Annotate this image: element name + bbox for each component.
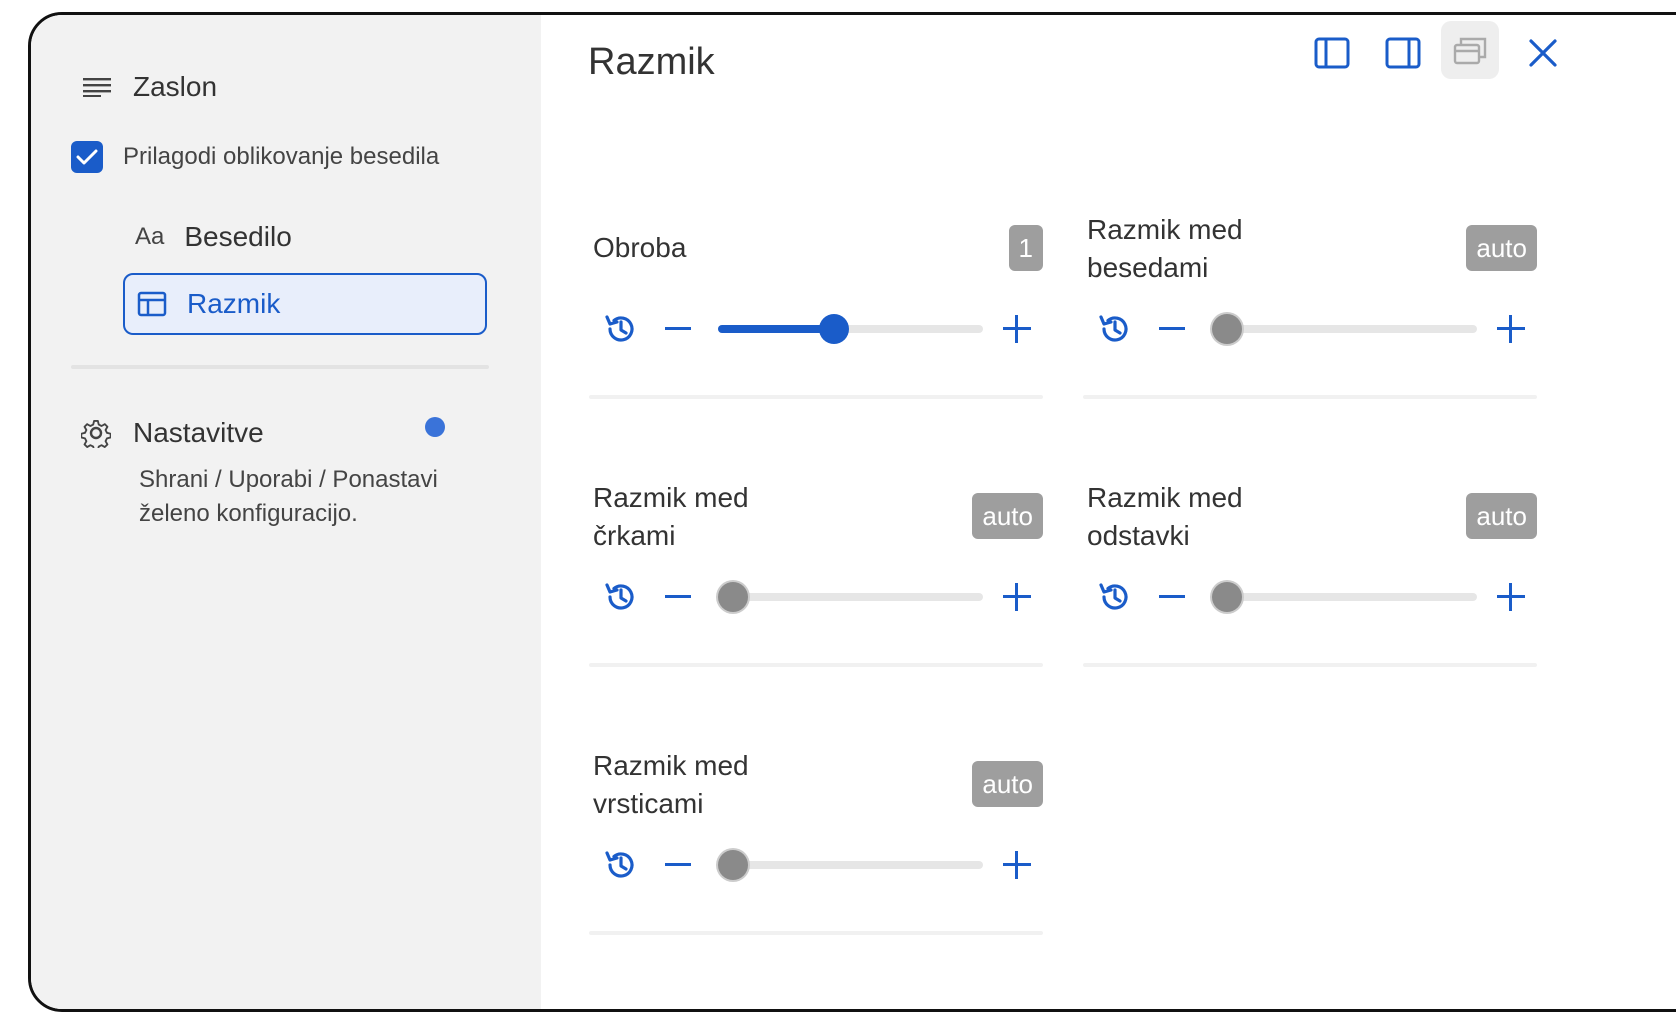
- reset-history-icon[interactable]: [603, 579, 639, 615]
- slider-track[interactable]: [718, 850, 983, 880]
- setting-controls: [1087, 577, 1537, 617]
- reset-history-icon[interactable]: [1097, 579, 1133, 615]
- sidebar: Zaslon Prilagodi oblikovanje besedila Aa…: [31, 15, 541, 1009]
- settings-label: Nastavitve: [133, 417, 264, 448]
- setting-divider: [589, 663, 1043, 667]
- gear-icon: [81, 419, 111, 448]
- setting-label-line: odstavki: [1087, 520, 1190, 551]
- increase-button[interactable]: [1003, 851, 1031, 879]
- reset-history-icon[interactable]: [603, 311, 639, 347]
- setting-value-badge: auto: [972, 493, 1043, 539]
- spacing-setting: Obroba 1: [589, 211, 1043, 411]
- setting-controls: [593, 309, 1043, 349]
- setting-label-line: Razmik med: [1087, 482, 1243, 513]
- setting-divider: [1083, 395, 1537, 399]
- slider-track[interactable]: [718, 314, 983, 344]
- setting-value-badge: auto: [1466, 225, 1537, 271]
- nav-item-besedilo[interactable]: Aa Besedilo: [135, 221, 292, 253]
- decrease-button[interactable]: [665, 327, 691, 330]
- setting-label-line: Razmik med: [593, 750, 749, 781]
- setting-label: Razmik med besedami: [1087, 211, 1387, 287]
- spacing-setting: Razmik med vrsticami auto: [589, 747, 1043, 947]
- nav-item-label: Razmik: [187, 288, 281, 319]
- setting-value-badge: 1: [1008, 225, 1043, 271]
- customize-checkbox[interactable]: [71, 141, 103, 173]
- setting-label: Razmik med odstavki: [1087, 479, 1387, 555]
- sidebar-right-icon: [1385, 37, 1421, 69]
- popout-button[interactable]: [1441, 21, 1499, 79]
- setting-label-line: Razmik med: [593, 482, 749, 513]
- page-title: Razmik: [588, 41, 715, 83]
- increase-button[interactable]: [1497, 583, 1525, 611]
- popout-icon: [1453, 37, 1487, 65]
- setting-label: Razmik med črkami: [593, 479, 893, 555]
- setting-label-line: Obroba: [593, 232, 687, 263]
- status-dot: [425, 417, 445, 437]
- text-size-icon: Aa: [135, 223, 165, 250]
- slider-thumb[interactable]: [718, 582, 748, 612]
- dock-right-button[interactable]: [1383, 33, 1423, 73]
- setting-label-line: Razmik med: [1087, 214, 1243, 245]
- display-label: Zaslon: [133, 71, 218, 102]
- slider-thumb[interactable]: [819, 314, 850, 344]
- sidebar-left-icon: [1314, 37, 1350, 69]
- spacing-setting: Razmik med črkami auto: [589, 479, 1043, 679]
- customize-checkbox-row[interactable]: Prilagodi oblikovanje besedila: [71, 141, 439, 173]
- decrease-button[interactable]: [1159, 595, 1185, 598]
- settings-description-line: želeno konfiguracijo.: [139, 500, 358, 527]
- settings-item[interactable]: Nastavitve: [81, 417, 264, 449]
- decrease-button[interactable]: [665, 863, 691, 866]
- increase-button[interactable]: [1497, 315, 1525, 343]
- sidebar-divider: [71, 365, 489, 369]
- setting-value-badge: auto: [1466, 493, 1537, 539]
- nav-item-razmik[interactable]: Razmik: [123, 273, 487, 335]
- settings-description: Shrani / Uporabi / Ponastavi želeno konf…: [139, 463, 438, 531]
- customize-checkbox-label: Prilagodi oblikovanje besedila: [123, 143, 440, 170]
- menu-lines-icon: [83, 78, 111, 97]
- setting-divider: [1083, 663, 1537, 667]
- setting-label: Razmik med vrsticami: [593, 747, 893, 823]
- setting-controls: [1087, 309, 1537, 349]
- layout-icon: [137, 291, 167, 317]
- nav-item-label: Besedilo: [184, 221, 292, 252]
- settings-description-line: Shrani / Uporabi / Ponastavi: [139, 466, 438, 493]
- close-icon: [1529, 39, 1557, 67]
- main-panel: Razmik Obroba 1 Razmik med besedami auto…: [541, 15, 1676, 1009]
- slider-fill: [718, 325, 835, 333]
- increase-button[interactable]: [1003, 315, 1031, 343]
- setting-label-line: vrsticami: [593, 788, 704, 819]
- slider-track[interactable]: [1212, 582, 1477, 612]
- increase-button[interactable]: [1003, 583, 1031, 611]
- setting-label-line: besedami: [1087, 252, 1209, 283]
- app-window: Zaslon Prilagodi oblikovanje besedila Aa…: [28, 12, 1676, 1012]
- slider-thumb[interactable]: [1212, 314, 1242, 344]
- slider-track[interactable]: [1212, 314, 1477, 344]
- setting-divider: [589, 931, 1043, 935]
- spacing-setting: Razmik med odstavki auto: [1083, 479, 1537, 679]
- display-header[interactable]: Zaslon: [83, 71, 217, 103]
- slider-thumb[interactable]: [1212, 582, 1242, 612]
- close-button[interactable]: [1523, 33, 1563, 73]
- setting-label: Obroba: [593, 229, 893, 267]
- setting-label-line: črkami: [593, 520, 676, 551]
- decrease-button[interactable]: [1159, 327, 1185, 330]
- reset-history-icon[interactable]: [1097, 311, 1133, 347]
- reset-history-icon[interactable]: [603, 847, 639, 883]
- setting-controls: [593, 845, 1043, 885]
- slider-thumb[interactable]: [718, 850, 748, 880]
- dock-left-button[interactable]: [1312, 33, 1352, 73]
- setting-divider: [589, 395, 1043, 399]
- setting-value-badge: auto: [972, 761, 1043, 807]
- check-icon: [76, 149, 98, 165]
- decrease-button[interactable]: [665, 595, 691, 598]
- slider-track[interactable]: [718, 582, 983, 612]
- setting-controls: [593, 577, 1043, 617]
- spacing-setting: Razmik med besedami auto: [1083, 211, 1537, 411]
